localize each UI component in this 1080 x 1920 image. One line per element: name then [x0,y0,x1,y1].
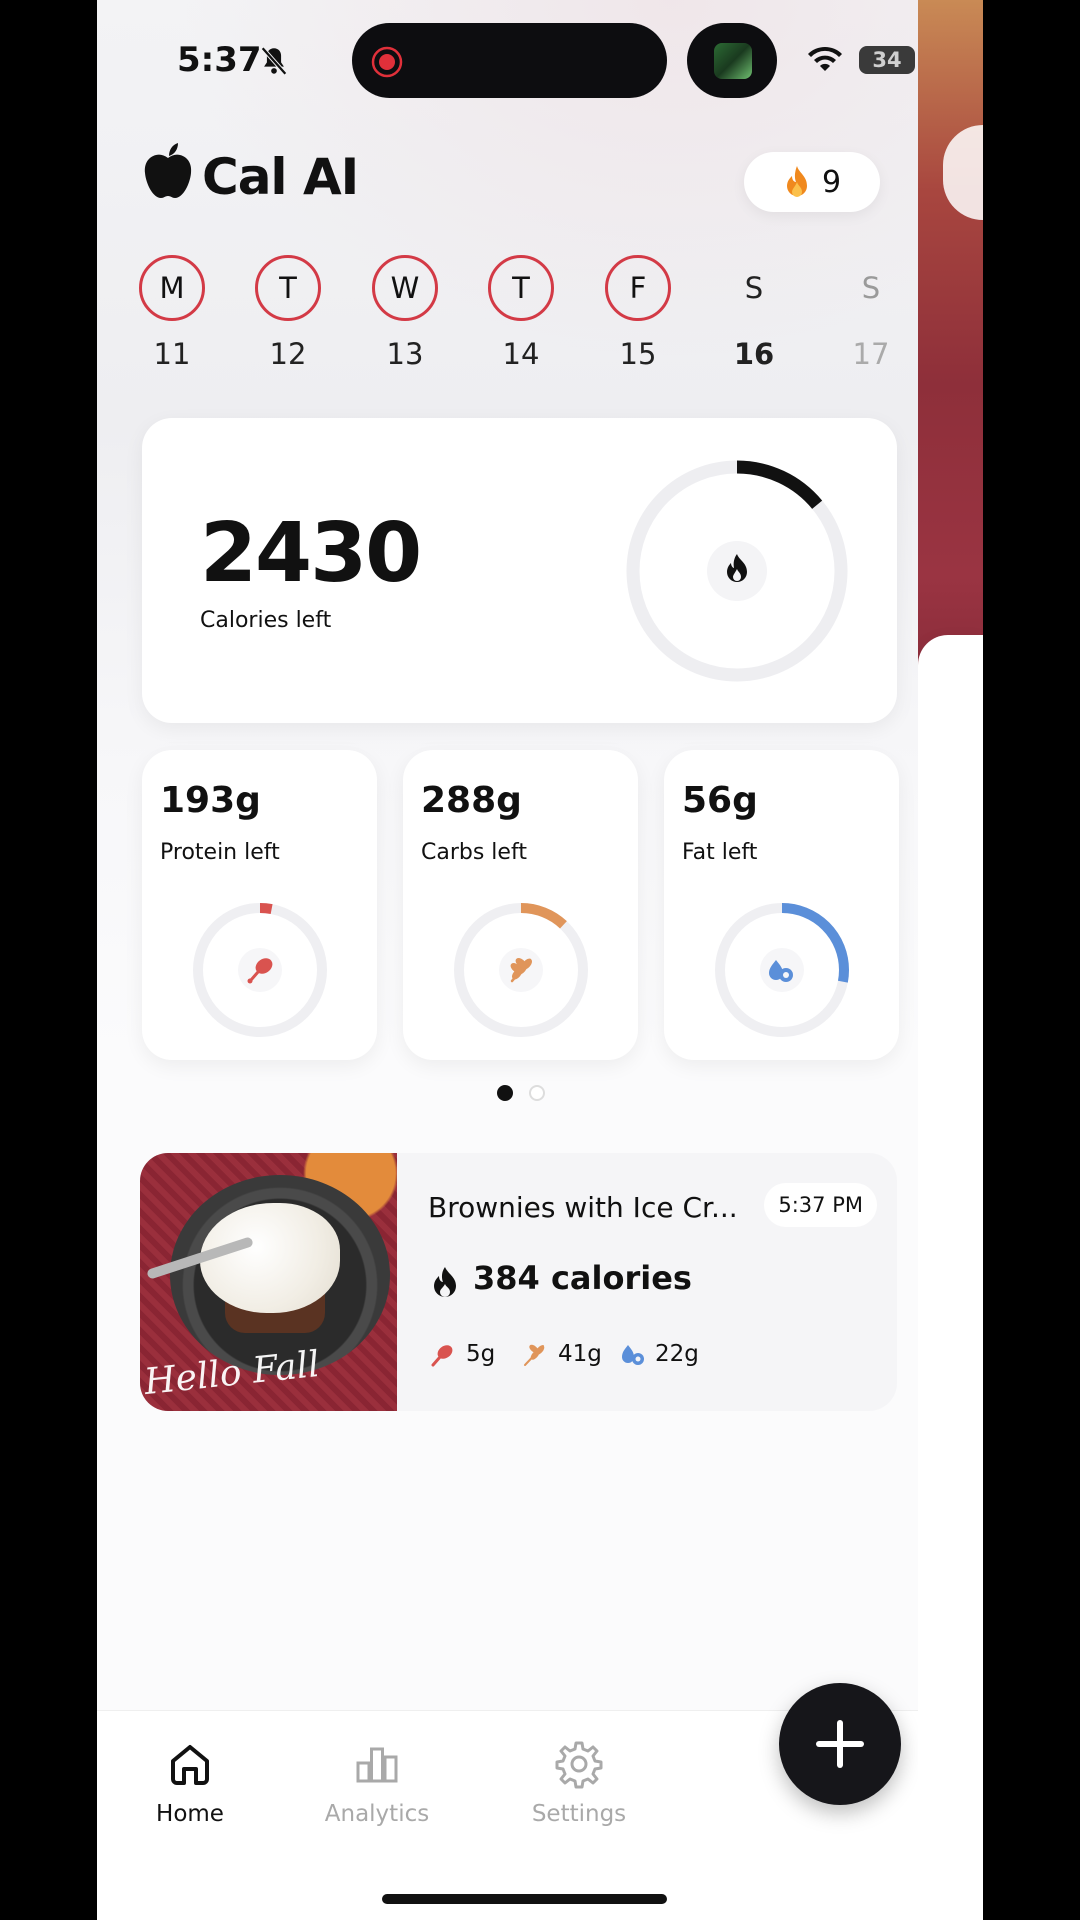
calories-left-label: Calories left [200,608,332,633]
placemat-caption: Hello Fall [142,1343,322,1404]
tab-analytics-label: Analytics [324,1801,430,1827]
flame-icon [434,1267,456,1297]
protein-left-value: 193g [160,780,261,821]
day-thursday[interactable]: T 14 [486,255,556,371]
adjacent-screen-peek [918,0,983,1920]
calories-card[interactable]: 2430 Calories left [142,418,897,723]
day-date: 15 [619,337,657,371]
screen-recording-icon [371,46,403,78]
tab-settings[interactable]: Settings [509,1739,649,1827]
day-date: 16 [733,337,775,371]
status-time: 5:37 [177,40,262,80]
protein-card[interactable]: 193g Protein left [142,750,377,1060]
carbs-left-value: 288g [421,780,522,821]
bar-chart-icon [356,1747,398,1783]
protein-progress-ring [193,903,327,1037]
day-friday[interactable]: F 15 [603,255,673,371]
wheat-icon [524,1344,545,1366]
page-indicator[interactable] [497,1085,557,1105]
fat-left-label: Fat left [682,840,758,865]
peek-pill [943,125,983,220]
day-date: 14 [502,337,540,371]
day-saturday[interactable]: S 16 [719,255,789,371]
bell-muted-icon [261,46,287,76]
drumstick-icon [431,1345,453,1367]
fat-left-value: 56g [682,780,758,821]
calories-left-value: 2430 [200,506,422,601]
carbs-left-label: Carbs left [421,840,527,865]
day-letter: W [372,255,438,321]
apple-logo-icon [144,143,192,198]
day-letter: F [605,255,671,321]
carbs-card[interactable]: 288g Carbs left [403,750,638,1060]
fat-card[interactable]: 56g Fat left [664,750,899,1060]
tab-settings-label: Settings [531,1801,627,1827]
app-title: Cal AI [202,148,359,206]
streak-badge[interactable]: 9 [744,152,880,212]
tab-analytics[interactable]: Analytics [307,1739,447,1827]
meal-protein: 5g [466,1341,496,1367]
tab-home-label: Home [156,1801,224,1827]
app-screen: 5:37 34 Cal AI 9 M 11 T 12 W 13 T 14 F 1… [97,0,918,1920]
calories-progress-ring [626,460,848,682]
day-sunday[interactable]: S 17 [836,255,906,371]
home-indicator [382,1894,667,1904]
fire-icon [787,166,807,197]
week-strip: M 11 T 12 W 13 T 14 F 15 S 16 S 17 [137,255,897,375]
fat-progress-ring [715,903,849,1037]
meal-time: 5:37 PM [764,1183,877,1227]
day-wednesday[interactable]: W 13 [370,255,440,371]
home-icon [171,1745,209,1785]
wifi-icon [808,46,842,71]
peek-card [918,635,983,1920]
day-tuesday[interactable]: T 12 [253,255,323,371]
ice-cream-shape [200,1203,340,1313]
day-letter: T [255,255,321,321]
gear-icon [555,1741,603,1789]
day-monday[interactable]: M 11 [137,255,207,371]
status-bar: 5:37 34 [97,0,918,120]
meal-log-item[interactable]: Hello Fall Brownies with Ice Cr... 5:37 … [140,1153,897,1411]
add-entry-button[interactable] [779,1683,901,1805]
meal-name: Brownies with Ice Cr... [428,1191,738,1224]
day-letter: S [744,271,764,305]
day-date: 12 [269,337,307,371]
protein-left-label: Protein left [160,840,280,865]
day-date: 13 [386,337,424,371]
meal-calories: 384 calories [473,1259,692,1297]
header: Cal AI 9 [142,140,902,220]
streak-count: 9 [822,165,842,200]
oil-drop-icon [622,1345,644,1365]
page-dot-inactive [529,1085,545,1101]
day-letter: S [861,271,881,305]
day-letter: T [488,255,554,321]
meal-photo: Hello Fall [140,1153,397,1411]
day-date: 11 [153,337,191,371]
day-date: 17 [852,337,890,371]
day-letter: M [139,255,205,321]
activity-app-icon [714,43,752,79]
page-dot-active [497,1085,513,1101]
plus-icon [816,1720,864,1768]
carbs-progress-ring [454,903,588,1037]
battery-icon: 34 [859,46,915,74]
meal-fat: 22g [655,1341,699,1367]
tab-home[interactable]: Home [120,1739,260,1827]
meal-carbs: 41g [558,1341,602,1367]
